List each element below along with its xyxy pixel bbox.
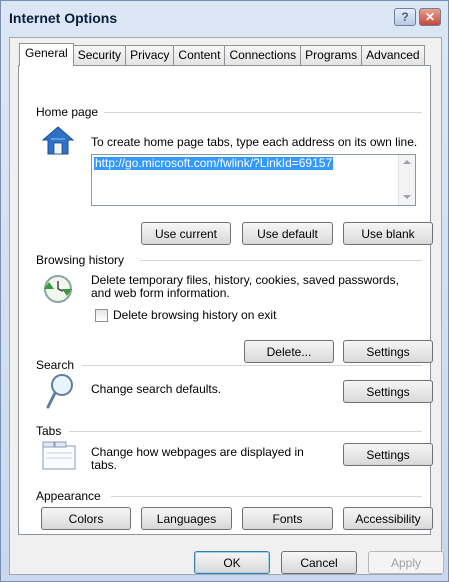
use-current-button[interactable]: Use current [141,222,231,245]
browsing-history-group-label: Browsing history [36,253,131,267]
apply-button[interactable]: Apply [368,551,444,574]
use-blank-button[interactable]: Use blank [343,222,433,245]
tab-security[interactable]: Security [72,45,127,65]
colors-button[interactable]: Colors [41,507,131,530]
search-divider [82,365,422,366]
history-settings-button[interactable]: Settings [343,340,433,363]
dialog-client-area: General Security Privacy Content Connect… [9,37,444,575]
tab-programs[interactable]: Programs [300,45,363,65]
delete-history-on-exit-checkbox[interactable] [95,309,108,322]
scroll-down-icon[interactable] [403,195,411,199]
close-icon[interactable]: ✕ [419,8,441,26]
home-page-divider [101,112,422,113]
tab-content[interactable]: Content [173,45,226,65]
tabs-group-label: Tabs [36,424,68,438]
browsing-history-description-line2: and web form information. [91,286,230,300]
tabs-description-line1: Change how webpages are displayed in [91,445,304,459]
accessibility-button[interactable]: Accessibility [343,507,433,530]
use-default-button[interactable]: Use default [242,222,333,245]
history-icon [41,272,75,309]
tabs-icon [42,440,76,473]
tab-general[interactable]: General [19,43,74,66]
home-page-scrollbar[interactable] [398,155,415,205]
general-tab-panel: Home page To create home page tabs, type… [18,65,433,535]
ok-button[interactable]: OK [194,551,270,574]
tabs-description-line2: tabs. [91,458,118,472]
internet-options-window: Internet Options ? ✕ General Security Pr… [0,0,449,582]
browsing-history-divider [140,260,422,261]
scroll-up-icon[interactable] [403,160,411,164]
help-icon[interactable]: ? [394,8,416,26]
search-description: Change search defaults. [91,382,222,396]
appearance-group-label: Appearance [36,489,107,503]
delete-history-button[interactable]: Delete... [244,340,334,363]
tabs-settings-button[interactable]: Settings [343,443,433,466]
fonts-button[interactable]: Fonts [242,507,333,530]
tab-connections[interactable]: Connections [224,45,302,65]
appearance-divider [111,496,422,497]
home-page-description: To create home page tabs, type each addr… [91,135,418,149]
search-settings-button[interactable]: Settings [343,380,433,403]
home-page-url-text[interactable]: http://go.microsoft.com/fwlink/?LinkId=6… [94,157,334,170]
home-icon [41,124,75,161]
magnifier-icon [45,373,75,414]
delete-history-on-exit-label[interactable]: Delete browsing history on exit [113,309,276,322]
tab-privacy[interactable]: Privacy [125,45,175,65]
search-group-label: Search [36,358,81,372]
tabs-divider [69,431,422,432]
home-page-url-field[interactable]: http://go.microsoft.com/fwlink/?LinkId=6… [91,154,416,206]
home-page-group-label: Home page [36,105,105,119]
tab-advanced[interactable]: Advanced [361,45,425,65]
title-bar[interactable]: Internet Options ? ✕ [1,1,448,37]
cancel-button[interactable]: Cancel [281,551,357,574]
languages-button[interactable]: Languages [141,507,232,530]
window-title: Internet Options [9,10,118,26]
tab-strip: General Security Privacy Content Connect… [19,43,425,66]
